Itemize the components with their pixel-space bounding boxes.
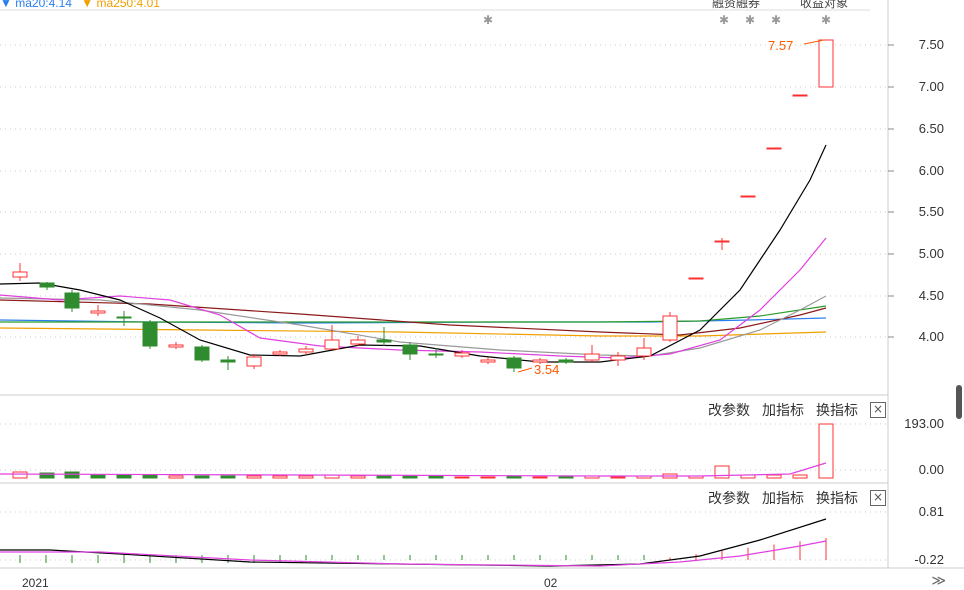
candle-body (220, 359, 236, 363)
candle-body (636, 347, 652, 357)
indicator-toolbar: 改参数 加指标 换指标 × (708, 488, 886, 508)
volume-bar (610, 476, 626, 479)
volume-bar (194, 475, 210, 479)
candle-body (402, 344, 418, 355)
high-price-label: 7.57 (768, 38, 794, 53)
price-tick-label: 4.50 (918, 288, 944, 303)
price-tick-label: 6.50 (918, 121, 944, 136)
candle-body (766, 147, 782, 150)
volume-tick-zero: 0.00 (918, 462, 944, 477)
candle-body (688, 277, 704, 280)
volume-bar (766, 474, 782, 479)
event-star-icon: ✱ (771, 13, 781, 27)
price-tick-label: 7.00 (918, 79, 944, 94)
income-object-label: 收益对象 (800, 0, 849, 10)
candle-body (662, 315, 678, 341)
event-star-icon: ✱ (483, 13, 493, 27)
candle-body (246, 356, 262, 367)
volume-bar (428, 475, 444, 479)
candle-body (142, 321, 158, 347)
legend-ma20: ma20:4.14 (15, 0, 72, 10)
candle-body (194, 346, 210, 361)
legend-ma250-marker: ▼ (81, 0, 94, 10)
low-price-label: 3.54 (534, 362, 560, 377)
indicator-tick-min: -0.22 (914, 552, 944, 567)
x-label-2021: 2021 (22, 576, 49, 590)
volume-bar (402, 475, 418, 479)
candle-body (350, 339, 366, 345)
volume-bar (376, 475, 392, 479)
ma-legend: ▼ ma20:4.14 ▼ ma250:4.01 (0, 0, 160, 10)
price-tick-label: 5.00 (918, 246, 944, 261)
price-tick-label: 6.00 (918, 163, 944, 178)
candle-body (714, 240, 730, 243)
volume-bar (818, 423, 834, 479)
switch-indicator-button[interactable]: 换指标 (816, 400, 858, 420)
volume-bar (350, 475, 366, 479)
volume-bar (558, 476, 574, 479)
candle-body (116, 316, 132, 319)
candle-body (298, 348, 314, 353)
add-indicator-button[interactable]: 加指标 (762, 400, 804, 420)
volume-bar (116, 474, 132, 479)
low-arrow (517, 367, 533, 373)
price-tick-label: 5.50 (918, 204, 944, 219)
volume-bar (532, 476, 548, 479)
candle-body (272, 351, 288, 355)
modify-params-button[interactable]: 改参数 (708, 488, 750, 508)
legend-ma20-marker: ▼ (0, 0, 12, 10)
volume-bar (168, 475, 184, 479)
volume-bar (64, 471, 80, 479)
volume-bar (792, 474, 808, 479)
volume-bar (298, 475, 314, 479)
double-chevron-right-icon[interactable]: ≫ (931, 572, 946, 589)
candle-body (480, 359, 496, 363)
candle-body (64, 292, 80, 309)
event-star-icon: ✱ (821, 13, 831, 27)
volume-bar (90, 474, 106, 479)
candle-body (584, 353, 600, 361)
candle-body (376, 339, 392, 343)
candle-body (818, 39, 834, 88)
volume-toolbar: 改参数 加指标 换指标 × (708, 400, 886, 420)
candle-body (12, 271, 28, 278)
volume-bar (12, 471, 28, 479)
candle-body (740, 195, 756, 198)
candle-body (506, 357, 522, 369)
candle-body (324, 339, 340, 350)
candle-body (90, 310, 106, 314)
volume-bar (480, 476, 496, 479)
modify-params-button[interactable]: 改参数 (708, 400, 750, 420)
margin-trading-label: 融资融券 (712, 0, 761, 10)
volume-bar (220, 475, 236, 479)
panel-resize-handle[interactable] (956, 385, 962, 419)
candle-body (39, 282, 55, 288)
event-star-icon: ✱ (719, 13, 729, 27)
candle-body (168, 344, 184, 348)
volume-ma-line (0, 462, 827, 477)
x-label-02: 02 (544, 576, 558, 590)
candle-body (454, 352, 470, 357)
candle-body (428, 353, 444, 356)
price-tick-label: 7.50 (918, 37, 944, 52)
volume-bar (142, 474, 158, 479)
candle-body (792, 94, 808, 97)
event-star-icon: ✱ (745, 13, 755, 27)
legend-ma250: ma250:4.01 (96, 0, 160, 10)
volume-tick-max: 193.00 (904, 416, 944, 431)
candle-body (558, 359, 574, 363)
price-tick-label: 4.00 (918, 329, 944, 344)
candle-body (610, 355, 626, 361)
ma-line (0, 237, 827, 359)
volume-bar (454, 476, 470, 479)
switch-indicator-button[interactable]: 换指标 (816, 488, 858, 508)
add-indicator-button[interactable]: 加指标 (762, 488, 804, 508)
volume-bar (272, 475, 288, 479)
indicator-tick-max: 0.81 (918, 504, 944, 519)
volume-bar (246, 475, 262, 479)
